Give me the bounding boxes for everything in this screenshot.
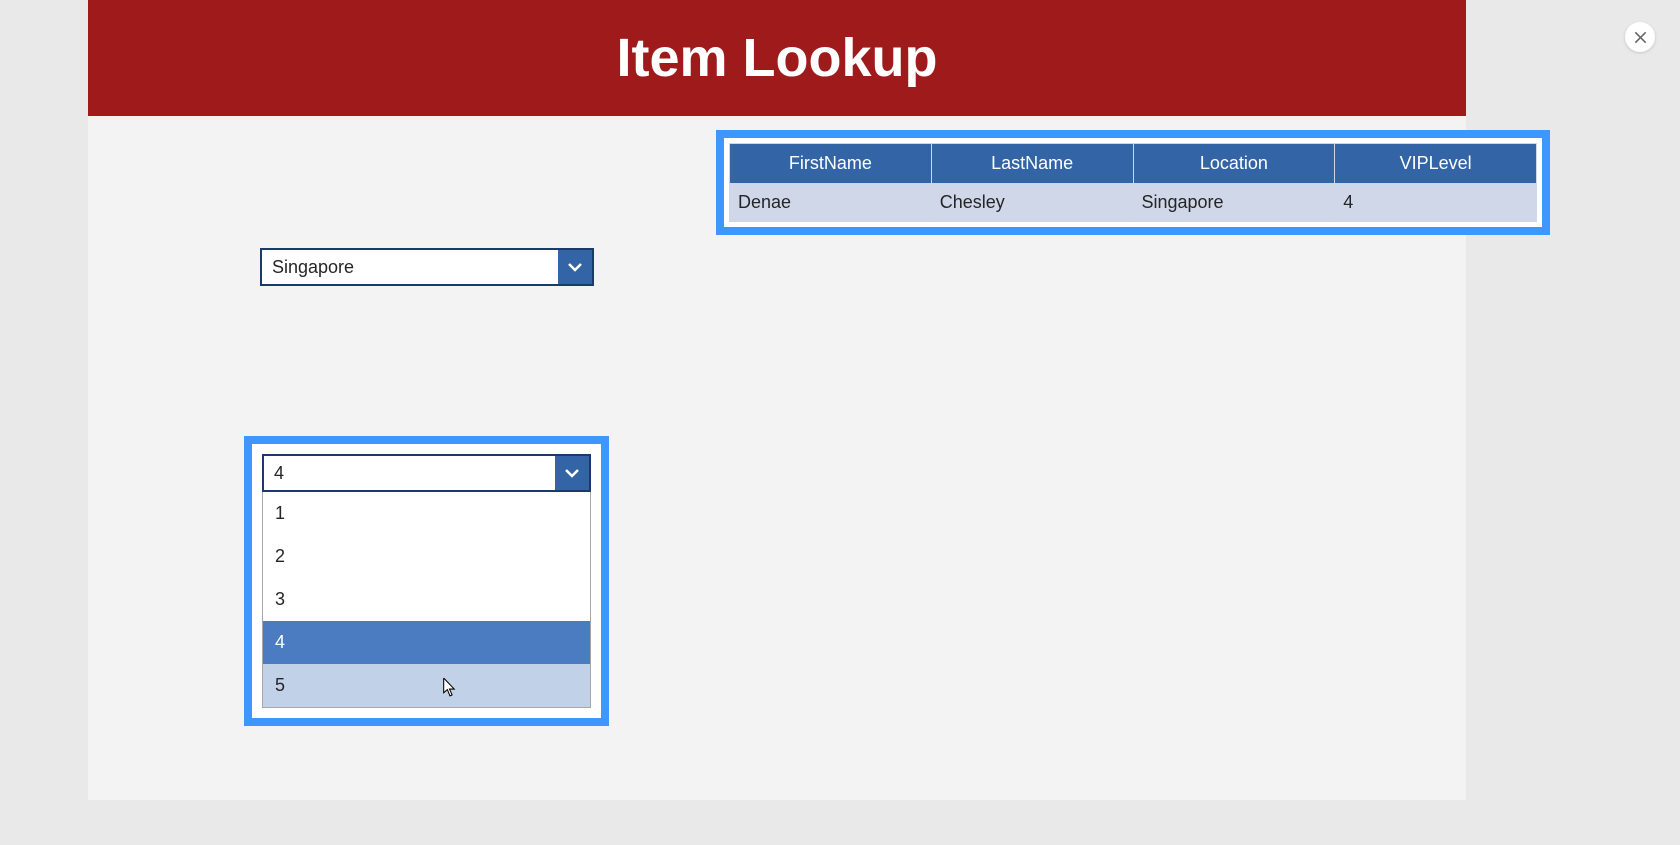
vip-option-2[interactable]: 2 bbox=[263, 535, 590, 578]
vip-dropdown[interactable]: 4 bbox=[262, 454, 591, 492]
location-dropdown-value: Singapore bbox=[262, 250, 558, 284]
cell-lastname: Chesley bbox=[931, 184, 1133, 222]
vip-dropdown-list: 1 2 3 4 5 bbox=[262, 492, 591, 708]
close-button[interactable] bbox=[1625, 22, 1655, 52]
chevron-down-icon bbox=[558, 250, 592, 284]
table-row[interactable]: Denae Chesley Singapore 4 bbox=[730, 184, 1537, 222]
cell-firstname: Denae bbox=[730, 184, 932, 222]
cell-location: Singapore bbox=[1133, 184, 1335, 222]
results-table: FirstName LastName Location VIPLevel Den… bbox=[729, 143, 1537, 222]
page-title: Item Lookup bbox=[617, 27, 938, 89]
location-dropdown[interactable]: Singapore bbox=[260, 248, 594, 286]
vip-option-3[interactable]: 3 bbox=[263, 578, 590, 621]
vip-option-1[interactable]: 1 bbox=[263, 492, 590, 535]
vip-dropdown-value: 4 bbox=[264, 456, 555, 490]
vip-option-5[interactable]: 5 bbox=[263, 664, 590, 707]
column-header-viplevel[interactable]: VIPLevel bbox=[1335, 144, 1537, 184]
cell-viplevel: 4 bbox=[1335, 184, 1537, 222]
vip-dropdown-highlighted-container: 4 1 2 3 4 5 bbox=[244, 436, 609, 726]
column-header-firstname[interactable]: FirstName bbox=[730, 144, 932, 184]
table-header-row: FirstName LastName Location VIPLevel bbox=[730, 144, 1537, 184]
header-bar: Item Lookup bbox=[88, 0, 1466, 116]
results-table-highlighted-container: FirstName LastName Location VIPLevel Den… bbox=[716, 130, 1550, 235]
app-container: Item Lookup Singapore 4 1 2 3 4 5 bbox=[88, 0, 1466, 800]
chevron-down-icon bbox=[555, 456, 589, 490]
column-header-lastname[interactable]: LastName bbox=[931, 144, 1133, 184]
vip-option-4[interactable]: 4 bbox=[263, 621, 590, 664]
column-header-location[interactable]: Location bbox=[1133, 144, 1335, 184]
